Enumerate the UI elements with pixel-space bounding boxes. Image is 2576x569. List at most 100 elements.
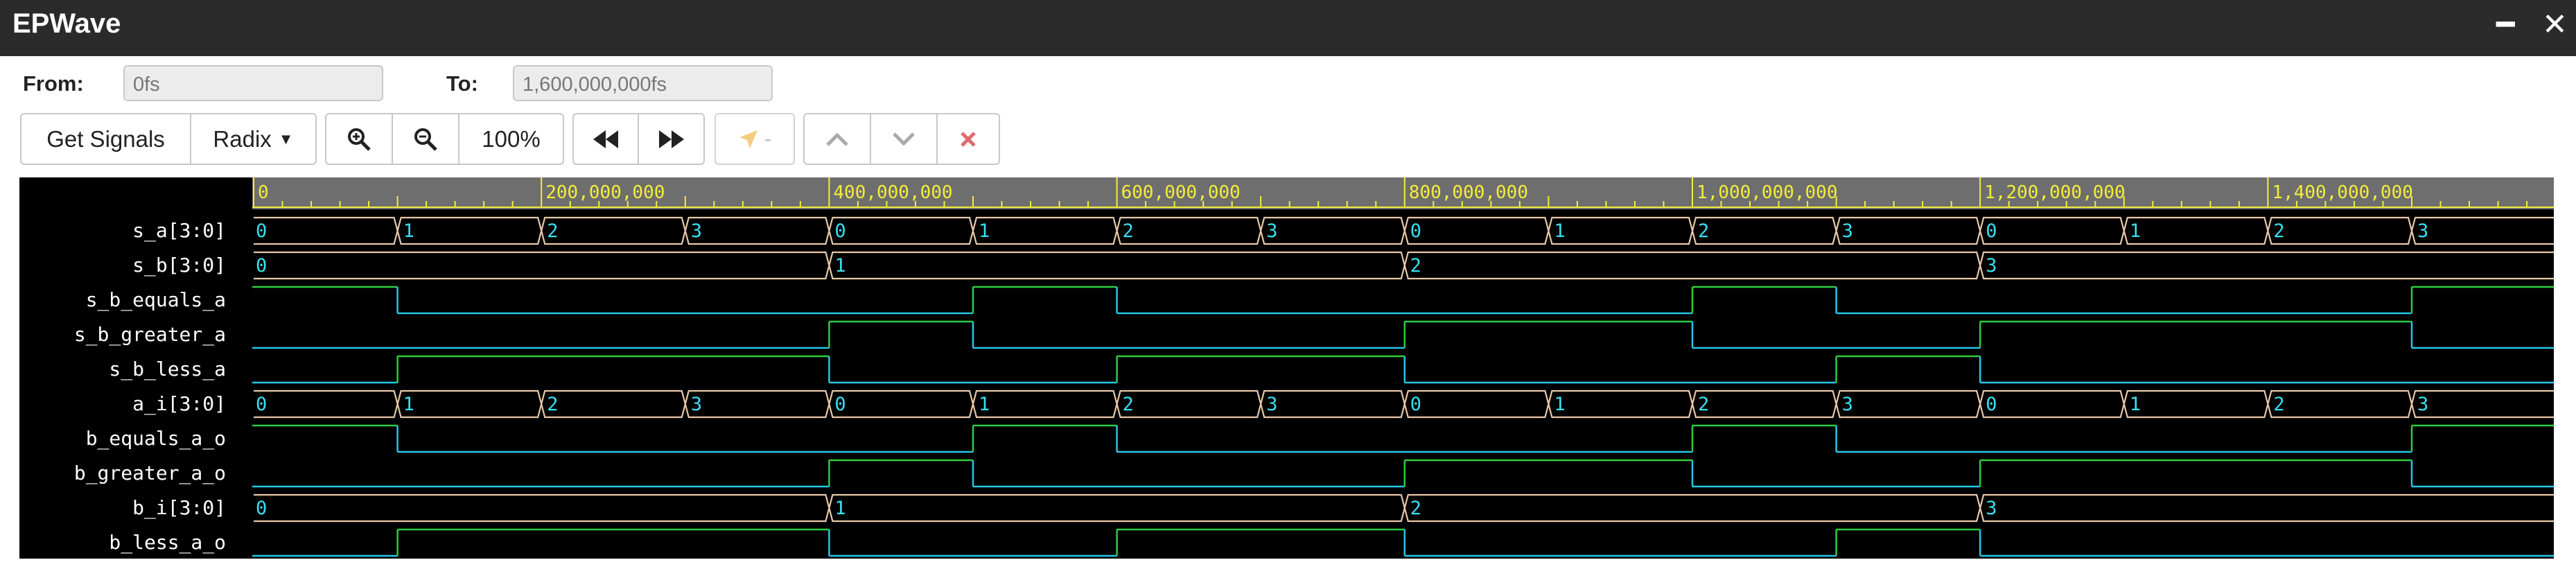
- bus-value-label: 3: [2417, 394, 2428, 415]
- caret-down-icon: ▼: [278, 130, 294, 148]
- bus-value-label: 0: [1410, 394, 1421, 415]
- bus-segment: [2267, 389, 2413, 419]
- zoom-out-icon: [414, 128, 437, 151]
- signal-name[interactable]: a_i[3:0]: [132, 392, 226, 415]
- window-title: EPWave: [12, 8, 121, 39]
- radix-button[interactable]: Radix ▼: [191, 114, 315, 164]
- bus-value-label: 2: [547, 220, 558, 242]
- from-input[interactable]: 0fs: [123, 65, 383, 101]
- bus-segment: [828, 493, 1405, 523]
- cursor-button[interactable]: -: [716, 114, 794, 164]
- bus-segment: [1116, 216, 1262, 245]
- bus-value-label: 0: [834, 220, 845, 242]
- waveform-plot[interactable]: 0 200,000,000 400,000,000 600,000,000 800,00…: [252, 177, 2554, 559]
- bus-value-label: 3: [1266, 394, 1277, 415]
- to-input[interactable]: 1,600,000,000fs: [513, 65, 773, 101]
- zoom-in-button[interactable]: [326, 114, 393, 164]
- fast-forward-icon: [658, 130, 684, 148]
- signal-name[interactable]: b_less_a_o: [109, 531, 226, 554]
- bus-value-label: 3: [1986, 255, 1997, 277]
- bus-value-label: 0: [834, 394, 845, 415]
- bus-segment: [1979, 493, 2554, 523]
- delete-signal-button[interactable]: [938, 114, 999, 164]
- ruler-tick-label: 400,000,000: [833, 182, 952, 203]
- ruler-tick-label: 0: [258, 182, 269, 203]
- bus-segment: [828, 251, 1405, 280]
- bus-value-label: 0: [256, 220, 267, 242]
- signal-name[interactable]: b_greater_a_o: [74, 462, 226, 484]
- move-up-button[interactable]: [805, 114, 871, 164]
- get-signals-button[interactable]: Get Signals: [21, 114, 191, 164]
- bus-segment: [1835, 216, 1981, 245]
- bus-value-label: 3: [691, 220, 702, 242]
- signal-name[interactable]: b_i[3:0]: [132, 496, 226, 519]
- bus-segment: [1979, 389, 2125, 419]
- bus-segment: [254, 493, 830, 523]
- bus-segment: [1691, 389, 1837, 419]
- bus-segment: [1979, 251, 2554, 280]
- bus-value-label: 0: [256, 255, 267, 277]
- signal-name[interactable]: s_b_less_a: [109, 358, 226, 380]
- bus-value-label: 0: [256, 394, 267, 415]
- signal-name[interactable]: s_a[3:0]: [132, 219, 226, 242]
- signal-name[interactable]: b_equals_a_o: [86, 427, 226, 450]
- bus-segment: [2410, 389, 2554, 419]
- bus-segment: [1548, 389, 1694, 419]
- bus-segment: [541, 216, 686, 245]
- close-icon[interactable]: ✕: [2542, 7, 2568, 42]
- minimize-icon[interactable]: ━: [2496, 7, 2515, 42]
- bus-value-label: 2: [2273, 394, 2284, 415]
- cursor-button-group: -: [715, 113, 795, 165]
- signal-name[interactable]: s_b[3:0]: [132, 254, 226, 277]
- radix-label: Radix: [213, 125, 272, 152]
- rewind-button[interactable]: [574, 114, 639, 164]
- bus-value-label: 2: [547, 394, 558, 415]
- waveform-viewer[interactable]: s_a[3:0] s_b[3:0] s_b_equals_a s_b_greater_…: [19, 177, 2554, 559]
- bus-value-label: 2: [1123, 220, 1134, 242]
- bus-value-label: 1: [1554, 220, 1565, 242]
- bus-value-label: 3: [2417, 220, 2428, 242]
- bus-value-label: 2: [1123, 394, 1134, 415]
- bus-segment: [972, 389, 1118, 419]
- chevron-down-icon: [893, 132, 915, 146]
- title-bar: EPWave ━ ✕: [0, 0, 2576, 56]
- bus-segment: [2123, 216, 2269, 245]
- bus-value-label: 3: [1842, 394, 1853, 415]
- bus-segment: [396, 389, 543, 419]
- move-down-button[interactable]: [871, 114, 938, 164]
- bus-value-label: 0: [1410, 220, 1421, 242]
- bus-segment: [1116, 389, 1262, 419]
- cursor-icon: [739, 130, 757, 148]
- ruler-tick-label: 1,200,000,000: [1984, 182, 2126, 203]
- zoom-button-group: 100%: [325, 113, 564, 165]
- bus-segment: [1403, 389, 1550, 419]
- signal-name[interactable]: s_b_greater_a: [74, 323, 226, 346]
- bus-value-label: 0: [1986, 220, 1997, 242]
- bus-value-label: 1: [1554, 394, 1565, 415]
- zoom-level[interactable]: 100%: [459, 114, 563, 164]
- bus-segment: [1691, 216, 1837, 245]
- ruler-tick-label: 800,000,000: [1409, 182, 1528, 203]
- ruler-tick-label: 1,000,000,000: [1697, 182, 1838, 203]
- signal-name[interactable]: s_b_equals_a: [86, 288, 226, 311]
- fast-forward-button[interactable]: [639, 114, 703, 164]
- cursor-suffix: -: [764, 127, 771, 150]
- bus-value-label: 2: [2273, 220, 2284, 242]
- bus-value-label: 1: [403, 394, 414, 415]
- bus-segment: [2267, 216, 2413, 245]
- bus-segment: [828, 389, 974, 419]
- bus-value-label: 1: [834, 255, 845, 277]
- bus-segment: [254, 216, 398, 245]
- bus-segment: [828, 216, 974, 245]
- rewind-icon: [593, 130, 618, 148]
- bus-value-label: 2: [1698, 394, 1709, 415]
- bus-segment: [1260, 216, 1405, 245]
- bus-value-label: 1: [403, 220, 414, 242]
- zoom-in-icon: [348, 128, 371, 151]
- bus-segment: [1260, 389, 1405, 419]
- zoom-out-button[interactable]: [393, 114, 459, 164]
- bus-segment: [1403, 493, 1981, 523]
- ruler-tick-label: 600,000,000: [1121, 182, 1241, 203]
- bus-value-label: 0: [1986, 394, 1997, 415]
- bus-segment: [2123, 389, 2269, 419]
